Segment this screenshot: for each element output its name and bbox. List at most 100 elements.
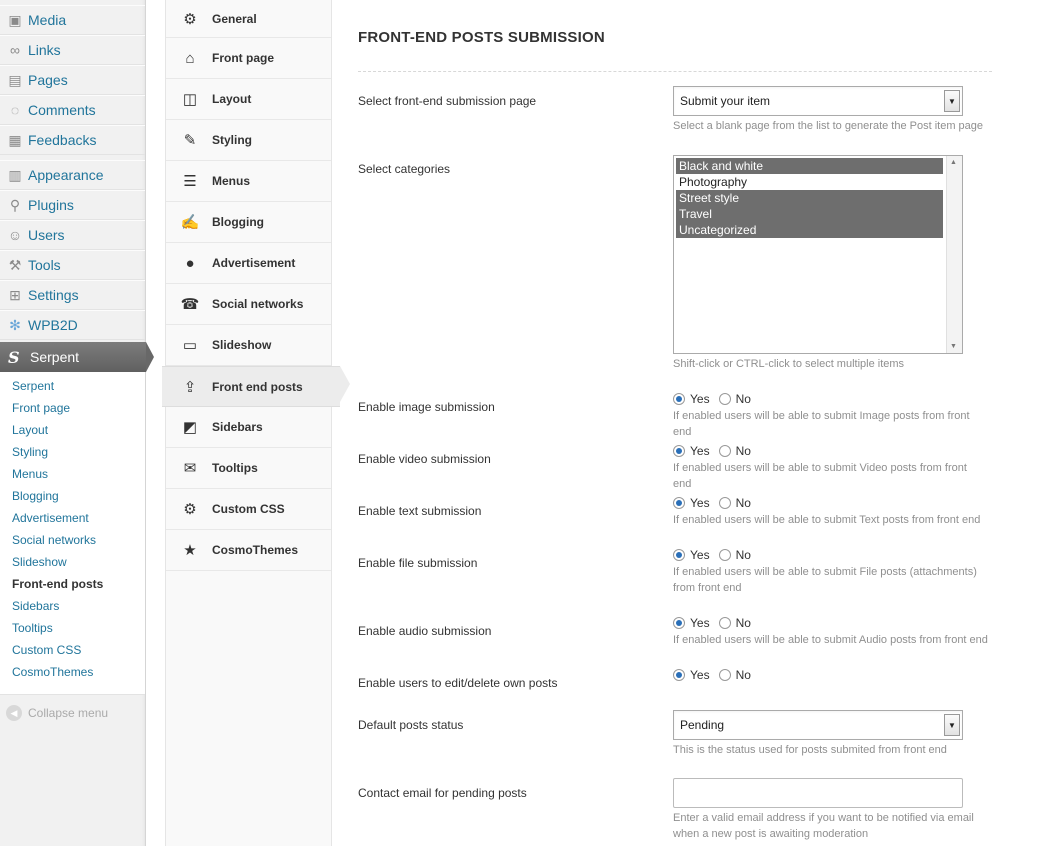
radio-yes[interactable]: Yes <box>673 444 710 458</box>
submenu-item[interactable]: Serpent <box>0 378 145 400</box>
menu-item-settings[interactable]: ⊞ Settings <box>0 280 145 310</box>
submenu-item[interactable]: Tooltips <box>0 620 145 642</box>
radio-button[interactable] <box>673 393 685 405</box>
theme-nav-label: Menus <box>212 174 251 188</box>
default-status-select[interactable]: Pending ▼ <box>673 710 963 740</box>
radio-yes[interactable]: Yes <box>673 392 710 406</box>
radio-no[interactable]: No <box>718 392 751 406</box>
radio-button[interactable] <box>673 617 685 629</box>
settings-icon: ⊞ <box>9 286 21 303</box>
radio-label: Yes <box>690 496 710 510</box>
scroll-up-icon[interactable]: ▲ <box>950 159 957 166</box>
category-option[interactable]: Black and white <box>676 158 943 174</box>
contact-email-field[interactable] <box>673 778 963 808</box>
category-option[interactable]: Street style <box>676 190 943 206</box>
theme-nav-item[interactable]: ▭ Slideshow <box>166 325 331 366</box>
theme-nav-label: Sidebars <box>212 420 263 434</box>
theme-nav-item[interactable]: ★ CosmoThemes <box>166 530 331 571</box>
radio-yes[interactable]: Yes <box>673 496 710 510</box>
radio-button[interactable] <box>718 669 731 681</box>
radio-button[interactable] <box>718 549 731 561</box>
submenu-item[interactable]: Front page <box>0 400 145 422</box>
menu-list-icon: ☰ <box>183 173 197 190</box>
menu-item-pages[interactable]: ▤ Pages <box>0 65 145 95</box>
layout-icon: ◫ <box>182 91 198 108</box>
submenu-item[interactable]: Front-end posts <box>0 576 145 598</box>
submenu-item[interactable]: Sidebars <box>0 598 145 620</box>
categories-multiselect[interactable]: Black and white Photography Street style Tr… <box>673 155 963 354</box>
collapse-menu-button[interactable]: ◀ Collapse menu <box>0 695 145 731</box>
submenu-item[interactable]: CosmoThemes <box>0 664 145 686</box>
radio-button[interactable] <box>673 549 685 561</box>
yes-no-radio-group: Yes No <box>673 392 760 406</box>
theme-nav-item[interactable]: ☰ Menus <box>166 161 331 202</box>
menu-item-users[interactable]: ☺ Users <box>0 220 145 250</box>
theme-nav-item[interactable]: ◩ Sidebars <box>166 407 331 448</box>
menu-item-links[interactable]: ∞ Links <box>0 35 145 65</box>
submenu-item[interactable]: Menus <box>0 466 145 488</box>
contact-email-label: Contact email for pending posts <box>358 786 527 800</box>
toggle-label: Enable users to edit/delete own posts <box>358 676 558 690</box>
radio-button[interactable] <box>718 497 731 509</box>
submenu-item[interactable]: Blogging <box>0 488 145 510</box>
radio-no[interactable]: No <box>718 444 751 458</box>
theme-nav-item[interactable]: ● Advertisement <box>166 243 331 284</box>
radio-no[interactable]: No <box>718 616 751 630</box>
scroll-down-icon[interactable]: ▼ <box>950 343 957 350</box>
theme-nav-item[interactable]: ⇪ Front end posts <box>162 366 350 407</box>
social-icon: ☎ <box>180 296 200 313</box>
yes-no-radio-group: Yes No <box>673 548 760 562</box>
toggle-help: If enabled users will be able to submit … <box>673 462 967 490</box>
radio-button[interactable] <box>718 617 731 629</box>
wpb2d-icon: ✻ <box>9 316 21 333</box>
menu-item-comments[interactable]: ◌ Comments <box>0 95 145 125</box>
radio-button[interactable] <box>673 445 685 457</box>
menu-item-feedbacks[interactable]: ▦ Feedbacks <box>0 125 145 155</box>
theme-nav-label: Front page <box>212 51 274 65</box>
submenu-item[interactable]: Social networks <box>0 532 145 554</box>
submenu-item[interactable]: Layout <box>0 422 145 444</box>
theme-nav-item[interactable]: ✍ Blogging <box>166 202 331 243</box>
menu-item-wpb2d[interactable]: ✻ WPB2D <box>0 310 145 340</box>
theme-nav-item[interactable]: ⚙ General <box>166 0 331 38</box>
menu-item-appearance[interactable]: ▥ Appearance <box>0 160 145 190</box>
scrollbar[interactable]: ▲ ▼ <box>946 156 962 353</box>
theme-nav-label: Slideshow <box>212 338 272 352</box>
theme-nav-item[interactable]: ☎ Social networks <box>166 284 331 325</box>
divider <box>358 71 992 72</box>
category-option[interactable]: Uncategorized <box>676 222 943 238</box>
category-option[interactable]: Travel <box>676 206 943 222</box>
menu-item-media[interactable]: ▣ Media <box>0 5 145 35</box>
presentation-icon: ▭ <box>182 337 198 354</box>
radio-no[interactable]: No <box>718 548 751 562</box>
radio-no[interactable]: No <box>718 496 751 510</box>
radio-button[interactable] <box>673 497 685 509</box>
yes-no-radio-group: Yes No <box>673 444 760 458</box>
menu-item-serpent[interactable]: S Serpent <box>0 342 154 372</box>
radio-button[interactable] <box>718 445 731 457</box>
submenu-item[interactable]: Advertisement <box>0 510 145 532</box>
menu-item-tools[interactable]: ⚒ Tools <box>0 250 145 280</box>
theme-nav-item[interactable]: ✉ Tooltips <box>166 448 331 489</box>
submenu-item[interactable]: Styling <box>0 444 145 466</box>
users-icon: ☺ <box>7 227 23 243</box>
submission-page-select[interactable]: Submit your item ▼ <box>673 86 963 116</box>
theme-nav-item[interactable]: ⌂ Front page <box>166 38 331 79</box>
radio-yes[interactable]: Yes <box>673 668 710 682</box>
radio-button[interactable] <box>673 669 685 681</box>
pages-icon: ▤ <box>8 71 22 88</box>
radio-no[interactable]: No <box>718 668 751 682</box>
theme-nav-item[interactable]: ✎ Styling <box>166 120 331 161</box>
theme-nav-item[interactable]: ◫ Layout <box>166 79 331 120</box>
yes-no-radio-group: Yes No <box>673 496 760 510</box>
radio-button[interactable] <box>718 393 731 405</box>
submenu-item[interactable]: Slideshow <box>0 554 145 576</box>
radio-yes[interactable]: Yes <box>673 548 710 562</box>
menu-item-plugins[interactable]: ⚲ Plugins <box>0 190 145 220</box>
category-option[interactable]: Photography <box>676 174 943 190</box>
yes-no-radio-group: Yes No <box>673 616 760 630</box>
radio-label: Yes <box>690 548 710 562</box>
radio-yes[interactable]: Yes <box>673 616 710 630</box>
submenu-item[interactable]: Custom CSS <box>0 642 145 664</box>
theme-nav-item[interactable]: ⚙ Custom CSS <box>166 489 331 530</box>
